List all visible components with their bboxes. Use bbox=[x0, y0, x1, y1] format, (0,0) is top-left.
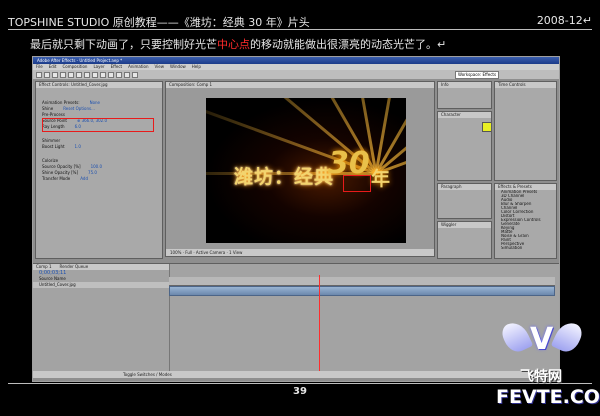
right-wing-icon bbox=[550, 318, 586, 356]
fill-color-swatch[interactable] bbox=[482, 122, 491, 132]
effects-presets-panel: Effects & Presets Animation Presets 3D C… bbox=[494, 183, 557, 259]
left-wing-icon bbox=[498, 318, 534, 356]
time-controls-tab[interactable]: Time Controls bbox=[495, 82, 556, 88]
title-text-nian: 年 bbox=[371, 168, 391, 190]
brush-tool-icon[interactable] bbox=[108, 71, 114, 78]
logo-letter: V bbox=[530, 322, 554, 357]
composition-tab[interactable]: Composition: Comp 1 bbox=[166, 82, 434, 88]
effect-row: Transfer Mode Add bbox=[42, 176, 89, 181]
camera-tool-icon[interactable] bbox=[68, 71, 74, 78]
pan-behind-tool-icon[interactable] bbox=[76, 71, 82, 78]
mask-tool-icon[interactable] bbox=[84, 71, 90, 78]
timeline-layer-list: Comp 1 Render Queue 0;00;03;11 Source Na… bbox=[33, 264, 170, 378]
header-title: TOPSHINE STUDIO 原创教程——《潍坊：经典 30 年》片头 bbox=[8, 16, 310, 29]
character-tab[interactable]: Character bbox=[438, 112, 491, 118]
header-date: 2008-12↵ bbox=[536, 14, 592, 27]
wiggler-panel: Wiggler bbox=[437, 221, 492, 259]
info-panel: Info bbox=[437, 81, 492, 109]
paragraph-panel: Paragraph bbox=[437, 183, 492, 219]
rotate-tool-icon[interactable] bbox=[60, 71, 66, 78]
wiggler-tab[interactable]: Wiggler bbox=[438, 222, 491, 228]
ae-screenshot: Adobe After Effects - Untitled Project.a… bbox=[32, 56, 560, 382]
logo-chinese-name: 飞特网 bbox=[520, 369, 562, 385]
time-ruler[interactable] bbox=[169, 277, 555, 286]
info-tab[interactable]: Info bbox=[438, 82, 491, 88]
layer-duration-bar[interactable] bbox=[169, 286, 555, 296]
layer-row[interactable]: Untitled_Cover.jpg bbox=[33, 282, 169, 288]
pen-tool-icon[interactable] bbox=[92, 71, 98, 78]
selection-tool-icon[interactable] bbox=[36, 71, 42, 78]
intro-highlight: 中心点 bbox=[217, 38, 250, 51]
logo-domain: FEVTE.COM bbox=[496, 386, 600, 408]
hand-tool-icon[interactable] bbox=[44, 71, 50, 78]
puppet-tool-icon[interactable] bbox=[132, 71, 138, 78]
site-logo: V 飞特网 FEVTE.COM bbox=[492, 316, 600, 412]
title-text-main: 潍坊：经典 bbox=[234, 166, 335, 188]
center-point-highlight-box bbox=[343, 175, 371, 192]
viewer-footer[interactable]: 100% · Full · Active Camera · 1 View bbox=[166, 249, 434, 256]
intro-text-after: 的移动就能做出很漂亮的动态光芒了。↵ bbox=[250, 38, 447, 51]
app-title-bar: Adobe After Effects - Untitled Project.a… bbox=[33, 57, 559, 64]
workspace-select[interactable]: Workspace: Effects bbox=[455, 71, 499, 79]
paragraph-tab[interactable]: Paragraph bbox=[438, 184, 491, 190]
timeline-footer[interactable]: Toggle Switches / Modes bbox=[33, 371, 559, 378]
text-tool-icon[interactable] bbox=[100, 71, 106, 78]
tool-bar: Workspace: Effects bbox=[33, 70, 559, 79]
eraser-tool-icon[interactable] bbox=[124, 71, 130, 78]
character-panel: Character bbox=[437, 111, 492, 181]
source-point-highlight-box bbox=[42, 118, 154, 132]
header-divider bbox=[8, 29, 592, 30]
intro-paragraph: 最后就只剩下动画了，只要控制好光芒中心点的移动就能做出很漂亮的动态光芒了。↵ bbox=[30, 36, 446, 52]
effect-controls-panel: Effect Controls: Untitled_Cover.jpg Anim… bbox=[35, 81, 163, 259]
page-header: TOPSHINE STUDIO 原创教程——《潍坊：经典 30 年》片头 200… bbox=[8, 14, 592, 29]
current-time-indicator[interactable] bbox=[319, 275, 320, 375]
timeline-panel: Comp 1 Render Queue 0;00;03;11 Source Na… bbox=[33, 263, 559, 378]
composition-viewer: Composition: Comp 1 潍坊：经典 30 年 100% · Fu… bbox=[165, 81, 435, 257]
intro-text-before: 最后就只剩下动画了，只要控制好光芒 bbox=[30, 38, 217, 51]
zoom-tool-icon[interactable] bbox=[52, 71, 58, 78]
time-controls-panel: Time Controls bbox=[494, 81, 557, 181]
effects-list-item[interactable]: Simulation bbox=[495, 246, 556, 250]
composition-canvas[interactable]: 潍坊：经典 30 年 bbox=[206, 98, 406, 243]
clone-tool-icon[interactable] bbox=[116, 71, 122, 78]
